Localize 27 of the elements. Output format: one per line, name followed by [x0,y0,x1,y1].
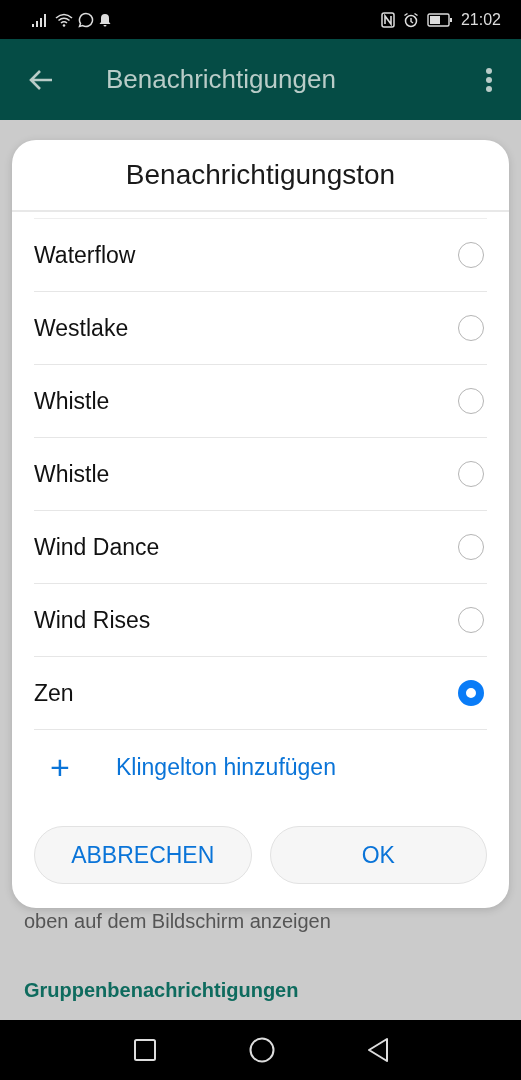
ringtone-option[interactable]: Whistle [34,438,487,511]
chat-icon [78,11,94,28]
section-header: Gruppenbenachrichtigungen [24,979,300,1002]
nfc-icon [380,11,395,28]
ringtone-option[interactable]: Westlake [34,292,487,365]
ringtone-option[interactable]: Wind Rises [34,584,487,657]
dialog-title: Benachrichtigungston [12,140,509,212]
radio-button[interactable] [458,680,484,706]
back-arrow-icon[interactable] [28,68,54,91]
more-options-icon[interactable] [485,66,493,93]
wifi-icon [55,12,73,27]
screen-title: Benachrichtigungen [106,64,337,95]
alarm-icon [402,11,419,28]
home-icon[interactable] [248,1037,275,1063]
clock: 21:02 [460,10,501,29]
ok-button[interactable]: OK [269,826,487,884]
battery-icon [426,12,453,27]
ringtone-option[interactable]: Wind Dance [34,511,487,584]
add-ringtone-link[interactable]: + Klingelton hinzufügen [34,730,336,804]
back-icon[interactable] [366,1037,389,1063]
ringtone-option[interactable]: Waterflow [34,219,487,292]
recent-apps-icon[interactable] [132,1038,157,1062]
setting-description: oben auf dem Bildschirm anzeigen [24,910,332,933]
ringtone-option[interactable]: Zen [34,657,487,730]
ringtone-option[interactable]: Whistle [34,365,487,438]
cancel-button[interactable]: ABBRECHEN [34,826,252,884]
bell-icon [99,12,111,27]
